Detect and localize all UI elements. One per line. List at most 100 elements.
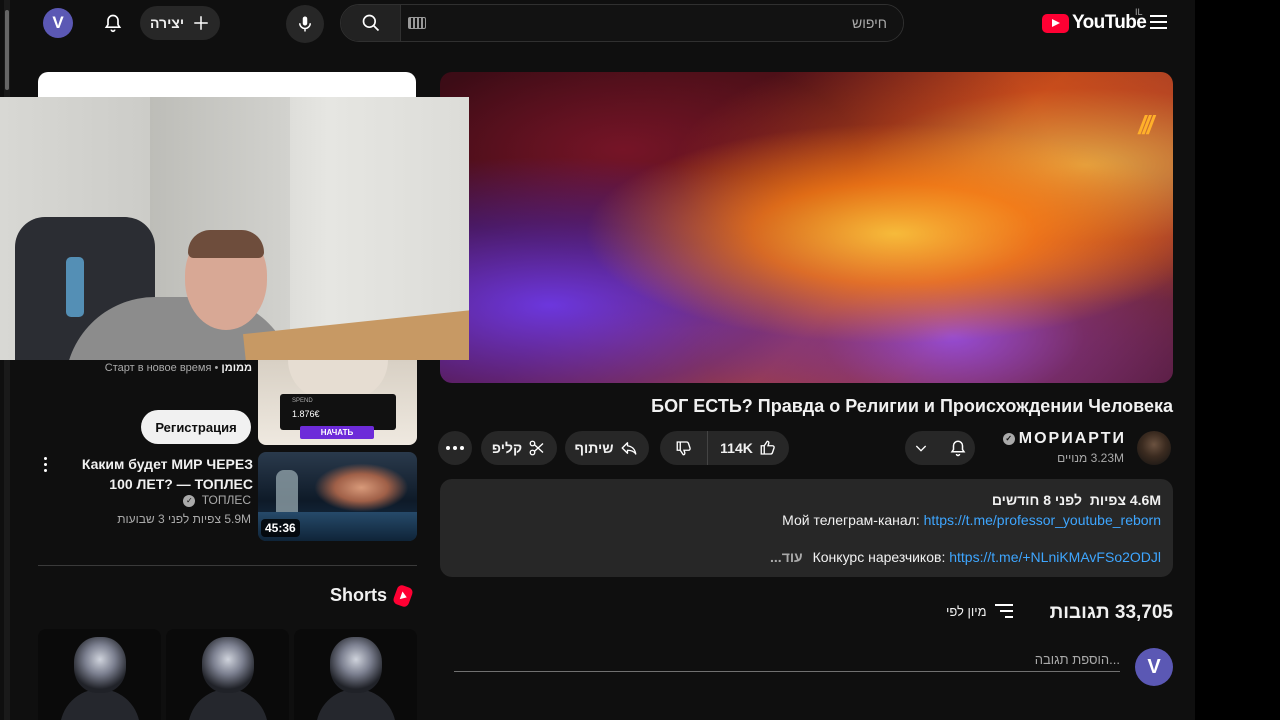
description-stats: 4.6M צפיות לפני 8 חודשים — [992, 492, 1161, 508]
voice-search-button[interactable] — [286, 5, 324, 43]
create-label: יצירה — [149, 15, 185, 31]
ad-thumbnail[interactable]: SPEND 1.876€ НАЧАТЬ — [258, 360, 417, 445]
short-tile[interactable] — [38, 629, 161, 720]
section-divider — [38, 565, 417, 566]
register-button[interactable]: Регистрация — [141, 410, 251, 444]
dot-icon — [446, 446, 450, 450]
view-count: 4.6M צפיות — [1089, 492, 1161, 508]
short-figure-body — [316, 689, 396, 720]
region-code: IL — [1135, 7, 1143, 17]
description-box[interactable]: 4.6M צפיות לפני 8 חודשים Мой телеграм-ка… — [440, 479, 1173, 577]
commenter-avatar: V — [1135, 648, 1173, 686]
bell-icon — [950, 440, 966, 457]
search-button[interactable] — [341, 5, 401, 41]
short-figure-body — [188, 689, 268, 720]
video-duration: 45:36 — [261, 519, 300, 537]
microphone-icon — [299, 16, 311, 32]
description-line: ...עוד Конкурс нарезчиков: https://t.me/… — [770, 549, 1161, 565]
hamburger-line — [1150, 27, 1167, 29]
hamburger-icon — [1150, 15, 1167, 17]
short-tile[interactable] — [294, 629, 417, 720]
youtube-logo[interactable]: YouTube — [1042, 9, 1147, 37]
shorts-header: Shorts — [330, 583, 414, 608]
share-icon — [622, 442, 637, 455]
recommended-video[interactable]: 45:36 Каким будет МИР ЧЕРЕЗ 100 ЛЕТ? — Т… — [38, 452, 417, 542]
player-watermark: /// — [1138, 110, 1154, 140]
youtube-watch-page: V יצירה YouTube IL /// — [0, 0, 1195, 720]
plus-icon — [194, 16, 208, 30]
description-line: Мой телеграм-канал: https://t.me/profess… — [782, 512, 1161, 528]
telegram-label: Мой телеграм-канал: — [782, 512, 920, 528]
video-title: БОГ ЕСТЬ? Правда о Религии и Происхожден… — [651, 396, 1173, 416]
hamburger-line — [1150, 21, 1167, 23]
shorts-title: Shorts — [330, 585, 388, 605]
webcam-bottle — [66, 257, 84, 317]
recommended-age: לפני 3 שבועות — [117, 512, 190, 526]
thumbs-up-icon — [760, 440, 775, 455]
video-player[interactable]: /// — [440, 72, 1173, 383]
spend-value: 1.876€ — [292, 409, 320, 419]
clip-button[interactable]: קליפ — [481, 431, 557, 465]
webcam-overlay — [0, 97, 469, 360]
clip-label: קליפ — [491, 440, 523, 456]
contest-link[interactable]: https://t.me/+NLniKMAvFSo2ODJl — [949, 549, 1161, 565]
channel-name-text: МОРИАРТИ — [1018, 430, 1126, 447]
spend-label: SPEND — [292, 398, 313, 404]
ad-meta: ממומן • Старт в новое время — [104, 362, 252, 374]
guide-menu-button[interactable] — [1150, 11, 1172, 33]
upload-age: לפני 8 חודשים — [991, 492, 1083, 508]
keyboard-icon[interactable] — [408, 17, 426, 29]
sort-button[interactable]: מיון לפי — [946, 600, 1013, 622]
webcam-person-hair — [188, 230, 264, 258]
create-button[interactable]: יצירה — [140, 6, 220, 40]
dot — [43, 456, 47, 460]
recommended-channel[interactable]: ✓ ТОПЛЕС — [58, 493, 251, 507]
subscriber-count: 3.23M מנויים — [1057, 451, 1124, 465]
subscription-button[interactable] — [905, 431, 975, 465]
recommended-title[interactable]: Каким будет МИР ЧЕРЕЗ 100 ЛЕТ? — ТОПЛЕС — [58, 454, 253, 494]
dot — [43, 462, 47, 466]
sort-line — [994, 604, 1013, 606]
add-comment-input[interactable] — [454, 648, 1120, 672]
ad-spend-card: SPEND 1.876€ — [280, 394, 396, 430]
sort-line — [999, 610, 1013, 612]
youtube-play-icon — [1042, 13, 1069, 33]
short-tile[interactable] — [166, 629, 289, 720]
sort-line — [1004, 616, 1013, 618]
channel-name[interactable]: ✓ МОРИАРТИ — [990, 430, 1126, 448]
scissors-icon — [529, 440, 544, 456]
shorts-icon — [392, 583, 414, 608]
chevron-down-icon — [915, 445, 927, 452]
dislike-button[interactable] — [660, 431, 708, 465]
recommended-channel-name: ТОПЛЕС — [201, 493, 251, 507]
ad-tagline: Старт в новое время — [104, 362, 212, 374]
contest-label: Конкурс нарезчиков: — [812, 549, 946, 565]
telegram-link[interactable]: https://t.me/professor_youtube_reborn — [924, 512, 1161, 528]
like-button[interactable]: 114K — [708, 431, 789, 465]
more-actions-button[interactable] — [438, 431, 472, 465]
recommended-views: 5.9M צפיות — [192, 512, 251, 526]
sort-label: מיון לפי — [946, 603, 987, 619]
account-avatar[interactable]: V — [43, 8, 73, 38]
dot-icon — [460, 446, 464, 450]
sponsored-label: ממומן — [221, 362, 252, 374]
show-more-button[interactable]: ...עוד — [770, 549, 803, 565]
thumbs-down-icon — [676, 441, 691, 456]
channel-avatar[interactable] — [1137, 431, 1171, 465]
share-button[interactable]: שיתוף — [565, 431, 649, 465]
dot — [43, 468, 47, 472]
like-dislike-group: 114K — [660, 431, 789, 465]
search-icon — [362, 14, 379, 32]
sort-icon — [994, 604, 1013, 618]
short-figure-head — [330, 637, 382, 693]
thumbnail-statue — [276, 470, 298, 518]
like-count: 114K — [720, 440, 753, 456]
short-figure-head — [202, 637, 254, 693]
more-actions-icon[interactable] — [38, 454, 52, 474]
search-input[interactable] — [401, 5, 903, 41]
verified-icon: ✓ — [183, 494, 196, 507]
masthead: V יצירה YouTube IL — [0, 0, 1195, 46]
notifications-button[interactable] — [98, 8, 128, 38]
short-figure-body — [60, 689, 140, 720]
short-figure-head — [74, 637, 126, 693]
